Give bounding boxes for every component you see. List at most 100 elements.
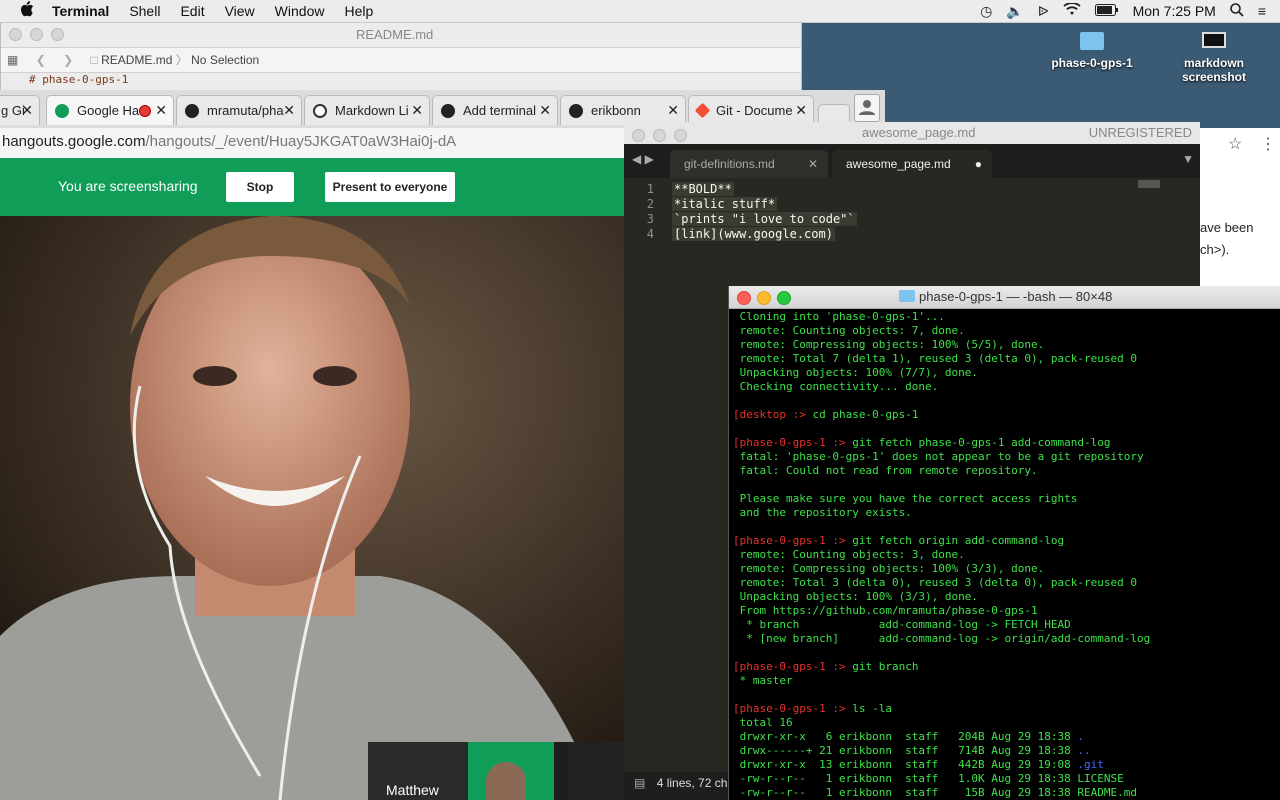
screenshare-status-text: You are screensharing [58, 178, 198, 194]
tab-git-documentation[interactable]: Git - Docume ✕ [688, 95, 814, 125]
close-button[interactable] [9, 28, 22, 41]
menu-edit[interactable]: Edit [180, 3, 204, 19]
line-number: 3 [646, 212, 654, 226]
chrome-menu-icon[interactable]: ⋮ [1260, 134, 1276, 154]
video-feed [0, 216, 624, 800]
tab-close-icon[interactable]: ✕ [283, 102, 295, 119]
bookmark-star-icon[interactable]: ☆ [1228, 134, 1242, 154]
menu-help[interactable]: Help [344, 3, 373, 19]
screenshare-bar: You are screensharing Stop Present to ev… [0, 158, 624, 216]
tab-add-terminal[interactable]: Add terminal ✕ [432, 95, 558, 125]
terminal-text: Please make sure you have the correct ac… [733, 492, 1078, 505]
tab-close-icon[interactable]: ✕ [808, 150, 818, 178]
tab-git-1[interactable]: g Gi ✕ [0, 95, 40, 125]
back-arrow-icon[interactable]: ❮ [36, 53, 46, 67]
tab-close-icon[interactable]: ✕ [539, 102, 551, 119]
participant-thumbnails: Matthew [368, 742, 624, 800]
terminal-output-line: fatal: 'phase-0-gps-1' does not appear t… [733, 450, 1279, 464]
sublime-title-bar: awesome_page.md UNREGISTERED [624, 122, 1200, 145]
terminal-output-line: remote: Total 3 (delta 0), reused 3 (del… [733, 576, 1279, 590]
github-icon [441, 103, 455, 118]
zoom-button[interactable] [777, 291, 791, 305]
status-panel-icon[interactable]: ▤ [634, 776, 645, 790]
tab-close-icon[interactable]: ✕ [411, 102, 423, 119]
sublime-tab-git-definitions[interactable]: git-definitions.md ✕ [670, 150, 828, 178]
readme-path-file[interactable]: README.md [101, 53, 172, 67]
new-tab-button[interactable] [818, 104, 850, 124]
spotlight-search-icon[interactable] [1230, 2, 1244, 20]
code-line[interactable]: *italic stuff* [672, 197, 778, 211]
volume-icon[interactable]: 🔈 [1006, 3, 1023, 20]
terminal-text: remote: Total 3 (delta 0), reused 3 (del… [733, 576, 1137, 589]
tab-overflow-icon[interactable]: ▼ [1182, 152, 1194, 166]
terminal-text: Unpacking objects: 100% (3/3), done. [733, 590, 979, 603]
app-menu-terminal[interactable]: Terminal [52, 3, 109, 19]
thumbnail-self-video[interactable] [468, 742, 554, 800]
tab-close-icon[interactable]: ✕ [795, 102, 807, 119]
menu-window[interactable]: Window [275, 3, 325, 19]
tab-close-icon[interactable]: ✕ [155, 102, 167, 119]
sublime-window-title: awesome_page.md [862, 125, 976, 140]
code-line[interactable]: **BOLD** [672, 182, 734, 196]
present-to-everyone-button[interactable]: Present to everyone [325, 172, 455, 202]
menu-shell[interactable]: Shell [129, 3, 160, 19]
forward-arrow-icon[interactable]: ❯ [63, 53, 73, 67]
readme-window-title: README.md [356, 27, 434, 42]
minimize-button[interactable] [653, 129, 666, 142]
tab-google-hangouts[interactable]: Google Ha ✕ [46, 95, 174, 125]
terminal-command-line: [phase-0-gps-1 :> git fetch origin add-c… [733, 534, 1279, 548]
bluetooth-icon[interactable]: ᐉ [1038, 3, 1049, 20]
zoom-button[interactable] [674, 129, 687, 142]
desktop-screenshot-file[interactable]: markdown screenshot [1164, 32, 1264, 84]
terminal-text: cd phase-0-gps-1 [812, 408, 919, 421]
wifi-icon[interactable] [1062, 2, 1081, 19]
minimize-button[interactable] [757, 291, 771, 305]
notification-center-icon[interactable]: ≡ [1258, 3, 1266, 19]
terminal-command-line: [phase-0-gps-1 :> git fetch phase-0-gps-… [733, 436, 1279, 450]
tab-nav-arrows[interactable]: ◀ ▶ [632, 152, 654, 166]
terminal-output-line: Please make sure you have the correct ac… [733, 492, 1279, 506]
profile-avatar-icon[interactable] [854, 94, 880, 122]
unsaved-dot-icon[interactable]: ● [975, 150, 982, 178]
terminal-text: fatal: 'phase-0-gps-1' does not appear t… [733, 450, 1144, 463]
tab-close-icon[interactable]: ✕ [667, 102, 679, 119]
terminal-output[interactable]: Cloning into 'phase-0-gps-1'... remote: … [733, 310, 1279, 800]
tab-close-icon[interactable]: ✕ [21, 102, 33, 119]
terminal-title-bar: phase-0-gps-1 — -bash — 80×48 [729, 286, 1280, 309]
terminal-text: drwxr-xr-x 6 erikbonn staff 204B Aug 29 … [733, 730, 1078, 743]
page-text-2: ch>). [1200, 242, 1230, 257]
participant-video-image [0, 216, 624, 800]
sublime-tab-awesome-page[interactable]: awesome_page.md ● [832, 150, 992, 178]
apple-menu-icon[interactable] [20, 1, 34, 21]
minimap[interactable] [1138, 180, 1160, 188]
code-line[interactable]: [link](www.google.com) [672, 227, 835, 241]
terminal-command-line: [phase-0-gps-1 :> git branch [733, 660, 1279, 674]
terminal-text: * branch add-command-log -> FETCH_HEAD [733, 618, 1071, 631]
terminal-output-line [733, 520, 1279, 534]
menubar-clock[interactable]: Mon 7:25 PM [1133, 3, 1216, 19]
desktop-folder-phase-0-gps-1[interactable]: phase-0-gps-1 [1040, 32, 1144, 70]
thumbnail-matthew[interactable]: Matthew [368, 742, 468, 800]
readme-path-selection[interactable]: No Selection [191, 53, 259, 67]
line-number: 2 [646, 197, 654, 211]
close-button[interactable] [632, 129, 645, 142]
stop-sharing-button[interactable]: Stop [226, 172, 294, 202]
close-button[interactable] [737, 291, 751, 305]
terminal-text: drwxr-xr-x 13 erikbonn staff 442B Aug 29… [733, 758, 1078, 771]
minimize-button[interactable] [30, 28, 43, 41]
thumbnail-screenshare[interactable] [568, 742, 624, 800]
page-text-1: ave been [1200, 220, 1254, 235]
zoom-button[interactable] [51, 28, 64, 41]
tab-mramuta-phase[interactable]: mramuta/pha ✕ [176, 95, 302, 125]
menu-view[interactable]: View [225, 3, 255, 19]
battery-icon[interactable] [1094, 3, 1119, 19]
tab-markdown-live[interactable]: Markdown Li ✕ [304, 95, 430, 125]
time-machine-icon[interactable]: ◷ [980, 3, 992, 20]
git-logo-icon [694, 102, 711, 119]
thumbnail-name: Matthew [386, 782, 439, 798]
code-line[interactable]: `prints "i love to code"` [672, 212, 857, 226]
readme-first-line: # phase-0-gps-1 [29, 73, 129, 86]
tab-erikbonn[interactable]: erikbonn ✕ [560, 95, 686, 125]
grid-icon[interactable]: ▦ [7, 53, 18, 67]
